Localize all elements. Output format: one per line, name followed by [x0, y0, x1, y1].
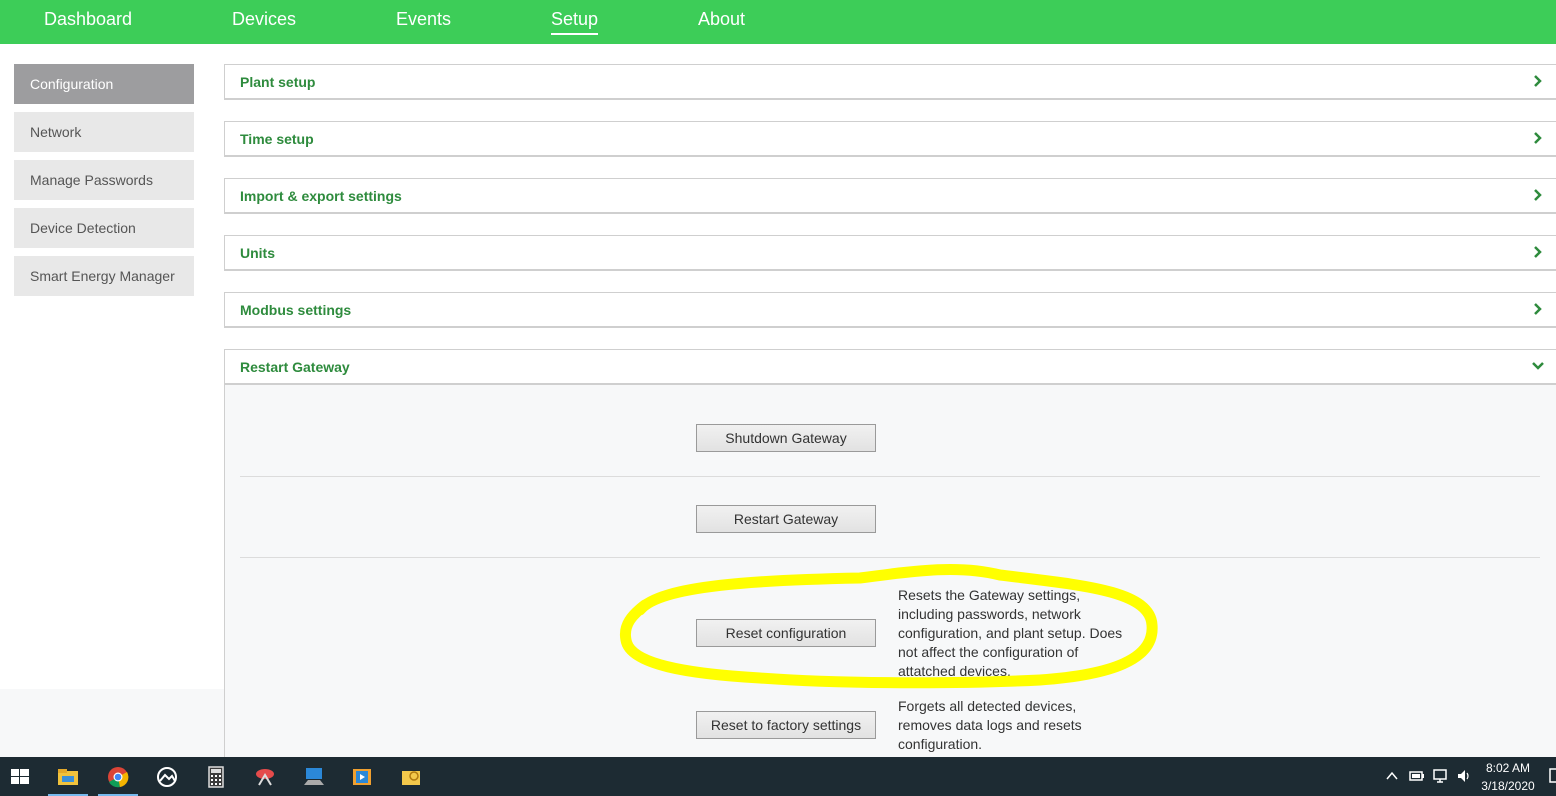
- sidebar-item-manage-passwords[interactable]: Manage Passwords: [14, 160, 194, 200]
- chevron-down-icon: [1532, 362, 1544, 370]
- divider: [240, 476, 1540, 477]
- remote-desktop-icon[interactable]: [302, 765, 326, 789]
- restart-gateway-panel-body: [224, 385, 1556, 757]
- snipping-tool-icon[interactable]: [253, 765, 277, 789]
- calculator-icon[interactable]: [204, 765, 228, 789]
- sidebar-footer-area: [0, 689, 224, 757]
- panel-restart-gateway[interactable]: Restart Gateway: [224, 349, 1556, 385]
- chevron-right-icon: [1534, 303, 1542, 315]
- volume-icon[interactable]: [1456, 768, 1472, 784]
- reset-factory-button[interactable]: Reset to factory settings: [696, 711, 876, 739]
- nav-dashboard[interactable]: Dashboard: [44, 0, 132, 40]
- top-navigation-bar: Dashboard Devices Events Setup About: [0, 0, 1556, 44]
- sidebar-item-device-detection[interactable]: Device Detection: [14, 208, 194, 248]
- chevron-right-icon: [1534, 132, 1542, 144]
- reset-factory-description: Forgets all detected devices, removes da…: [898, 698, 1082, 752]
- photos-app-icon[interactable]: [155, 765, 179, 789]
- panel-title: Time setup: [240, 131, 314, 147]
- network-icon[interactable]: [1432, 768, 1450, 784]
- chevron-right-icon: [1534, 246, 1542, 258]
- notification-icon[interactable]: [1549, 768, 1556, 784]
- restart-gateway-button[interactable]: Restart Gateway: [696, 505, 876, 533]
- nav-events[interactable]: Events: [396, 0, 451, 40]
- reset-configuration-button[interactable]: Reset configuration: [696, 619, 876, 647]
- windows-start-icon[interactable]: [8, 765, 32, 789]
- shutdown-gateway-button[interactable]: Shutdown Gateway: [696, 424, 876, 452]
- panel-title: Modbus settings: [240, 302, 352, 318]
- chrome-icon[interactable]: [106, 765, 130, 789]
- chevron-up-icon[interactable]: [1385, 769, 1399, 783]
- nav-setup[interactable]: Setup: [551, 0, 599, 35]
- panel-import-export[interactable]: Import & export settings: [224, 178, 1556, 214]
- clock-date[interactable]: 3/18/2020: [1473, 779, 1543, 793]
- panel-units[interactable]: Units: [224, 235, 1556, 271]
- panel-title: Plant setup: [240, 74, 316, 90]
- taskbar: 8:02 AM 3/18/2020: [0, 757, 1556, 796]
- chevron-right-icon: [1534, 75, 1542, 87]
- sticky-notes-icon[interactable]: [399, 765, 423, 789]
- panel-modbus[interactable]: Modbus settings: [224, 292, 1556, 328]
- chevron-right-icon: [1534, 189, 1542, 201]
- clock-time[interactable]: 8:02 AM: [1473, 761, 1543, 775]
- sidebar-item-network[interactable]: Network: [14, 112, 194, 152]
- panel-title: Import & export settings: [240, 188, 402, 204]
- sidebar: Configuration Network Manage Passwords D…: [0, 44, 210, 689]
- battery-icon[interactable]: [1409, 769, 1425, 783]
- divider: [240, 557, 1540, 558]
- media-player-icon[interactable]: [350, 765, 374, 789]
- sidebar-item-configuration[interactable]: Configuration: [14, 64, 194, 104]
- panel-plant-setup[interactable]: Plant setup: [224, 64, 1556, 100]
- nav-devices[interactable]: Devices: [232, 0, 296, 40]
- sidebar-item-smart-energy-manager[interactable]: Smart Energy Manager: [14, 256, 194, 296]
- panel-time-setup[interactable]: Time setup: [224, 121, 1556, 157]
- file-explorer-icon[interactable]: [56, 765, 80, 789]
- panel-title: Units: [240, 245, 275, 261]
- panel-title: Restart Gateway: [240, 359, 350, 375]
- nav-about[interactable]: About: [698, 0, 745, 40]
- reset-configuration-description: Resets the Gateway settings, including p…: [898, 587, 1123, 679]
